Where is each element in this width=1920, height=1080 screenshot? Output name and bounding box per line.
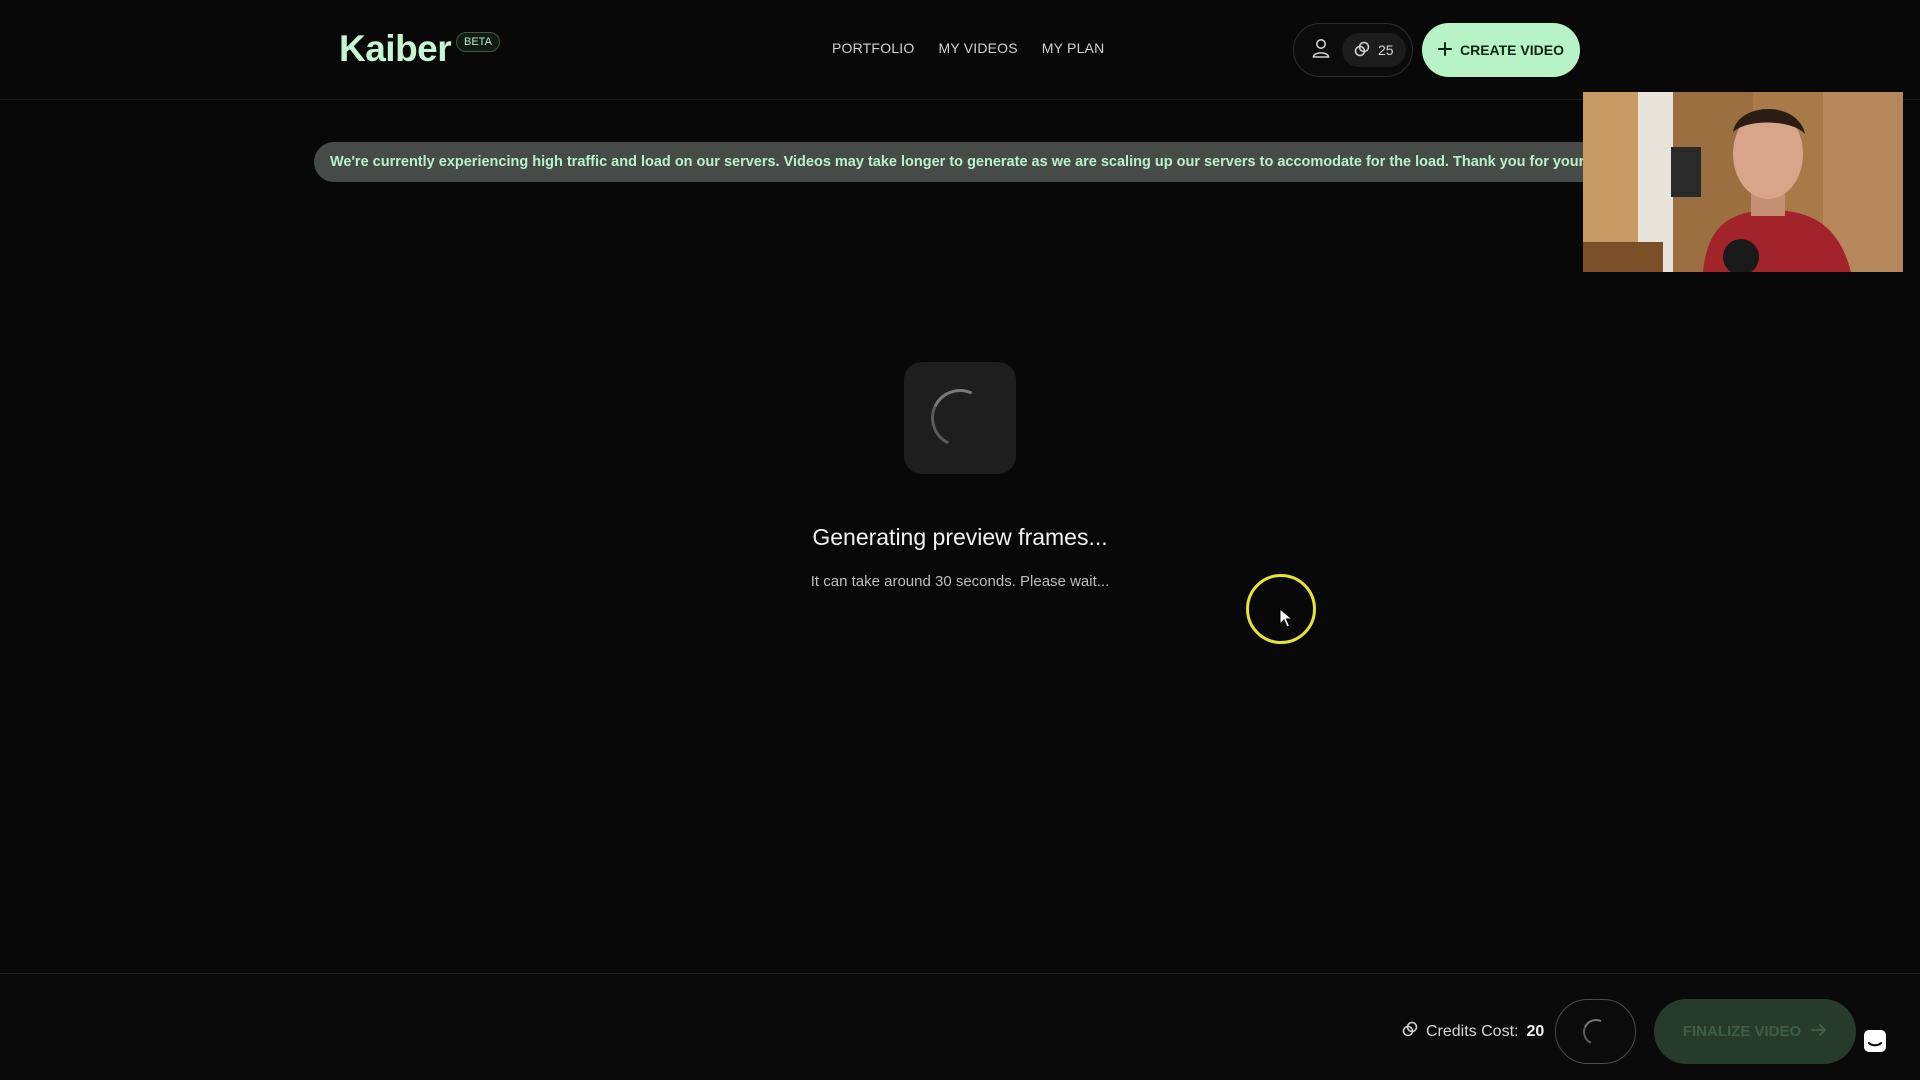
generating-title: Generating preview frames... bbox=[812, 524, 1108, 550]
finalize-video-button[interactable]: FINALIZE VIDEO bbox=[1654, 999, 1856, 1064]
kaiber-logo[interactable]: Kaiber bbox=[339, 28, 452, 70]
nav-portfolio[interactable]: PORTFOLIO bbox=[832, 40, 914, 56]
nav-my-plan[interactable]: MY PLAN bbox=[1042, 40, 1105, 56]
processing-spinner-icon bbox=[1578, 1014, 1613, 1049]
processing-button[interactable] bbox=[1555, 999, 1636, 1064]
banner-text: We're currently experiencing high traffi… bbox=[330, 154, 1600, 170]
loading-spinner-icon bbox=[922, 380, 998, 456]
credits-cost-value: 20 bbox=[1526, 1022, 1545, 1040]
credits-balance[interactable]: 25 bbox=[1342, 33, 1406, 67]
user-icon[interactable] bbox=[1312, 38, 1330, 63]
mouse-pointer-icon bbox=[1279, 607, 1294, 633]
finalize-video-label: FINALIZE VIDEO bbox=[1682, 1023, 1802, 1040]
credits-icon bbox=[1354, 41, 1370, 60]
page: Kaiber BETA PORTFOLIO MY VIDEOS MY PLAN bbox=[0, 0, 1920, 1080]
create-video-label: CREATE VIDEO bbox=[1460, 42, 1564, 58]
top-header: Kaiber BETA PORTFOLIO MY VIDEOS MY PLAN bbox=[0, 0, 1920, 100]
credits-cost: Credits Cost: 20 bbox=[1402, 1021, 1544, 1042]
arrow-right-icon bbox=[1811, 1023, 1827, 1040]
traffic-notice-banner: We're currently experiencing high traffi… bbox=[314, 142, 1600, 182]
main-nav: PORTFOLIO MY VIDEOS MY PLAN bbox=[832, 40, 1104, 56]
chat-icon[interactable] bbox=[1862, 1028, 1888, 1054]
credits-cost-icon bbox=[1402, 1021, 1418, 1042]
loading-card bbox=[904, 362, 1016, 474]
nav-my-videos[interactable]: MY VIDEOS bbox=[938, 40, 1017, 56]
credits-balance-value: 25 bbox=[1378, 42, 1394, 58]
credits-cost-label: Credits Cost: bbox=[1426, 1022, 1519, 1040]
account-pill[interactable]: 25 bbox=[1293, 23, 1413, 77]
generating-subtitle: It can take around 30 seconds. Please wa… bbox=[810, 573, 1110, 590]
webcam-overlay bbox=[1583, 92, 1903, 272]
plus-icon bbox=[1438, 41, 1452, 59]
create-video-button[interactable]: CREATE VIDEO bbox=[1422, 23, 1580, 77]
beta-badge: BETA bbox=[456, 32, 500, 52]
